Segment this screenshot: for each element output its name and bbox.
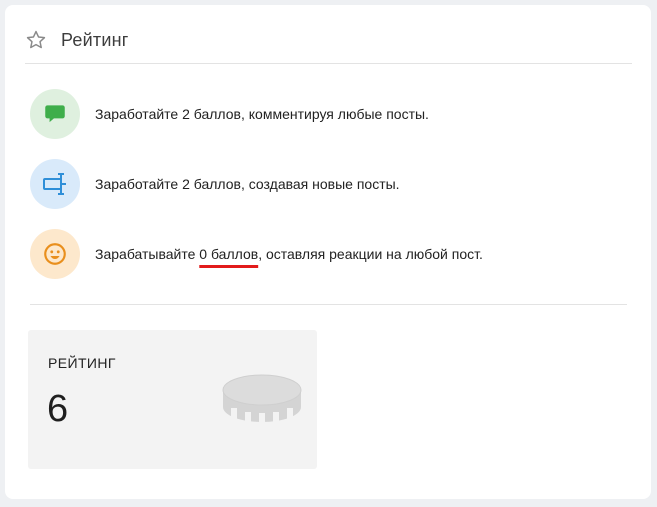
coin-stack-icon (221, 370, 303, 435)
tip-new-post-text: Заработайте 2 баллов, создавая новые пос… (95, 176, 400, 192)
tip-comment: Заработайте 2 баллов, комментируя любые … (30, 89, 429, 139)
tip-comment-text: Заработайте 2 баллов, комментируя любые … (95, 106, 429, 122)
tip-reaction-text: Зарабатывайте 0 баллов, оставляя реакции… (95, 246, 483, 262)
rating-label: РЕЙТИНГ (48, 355, 116, 371)
points-highlight: 0 баллов (199, 246, 259, 262)
comment-bubble-icon (30, 89, 80, 139)
rating-value: 6 (47, 388, 69, 430)
smiley-icon (30, 229, 80, 279)
star-outline-icon (25, 29, 47, 51)
rating-box: РЕЙТИНГ 6 (28, 330, 317, 469)
tip-reaction-text-after: , оставляя реакции на любой пост. (258, 246, 483, 262)
card-title: Рейтинг (61, 29, 129, 50)
card-header: Рейтинг (25, 25, 129, 55)
rating-card: Рейтинг Заработайте 2 баллов, комментиру… (5, 5, 651, 499)
tip-new-post: Заработайте 2 баллов, создавая новые пос… (30, 159, 400, 209)
tips-divider (30, 304, 627, 305)
tip-reaction-text-before: Зарабатывайте (95, 246, 200, 262)
header-divider (25, 63, 632, 64)
new-post-icon (30, 159, 80, 209)
tip-reaction: Зарабатывайте 0 баллов, оставляя реакции… (30, 229, 483, 279)
